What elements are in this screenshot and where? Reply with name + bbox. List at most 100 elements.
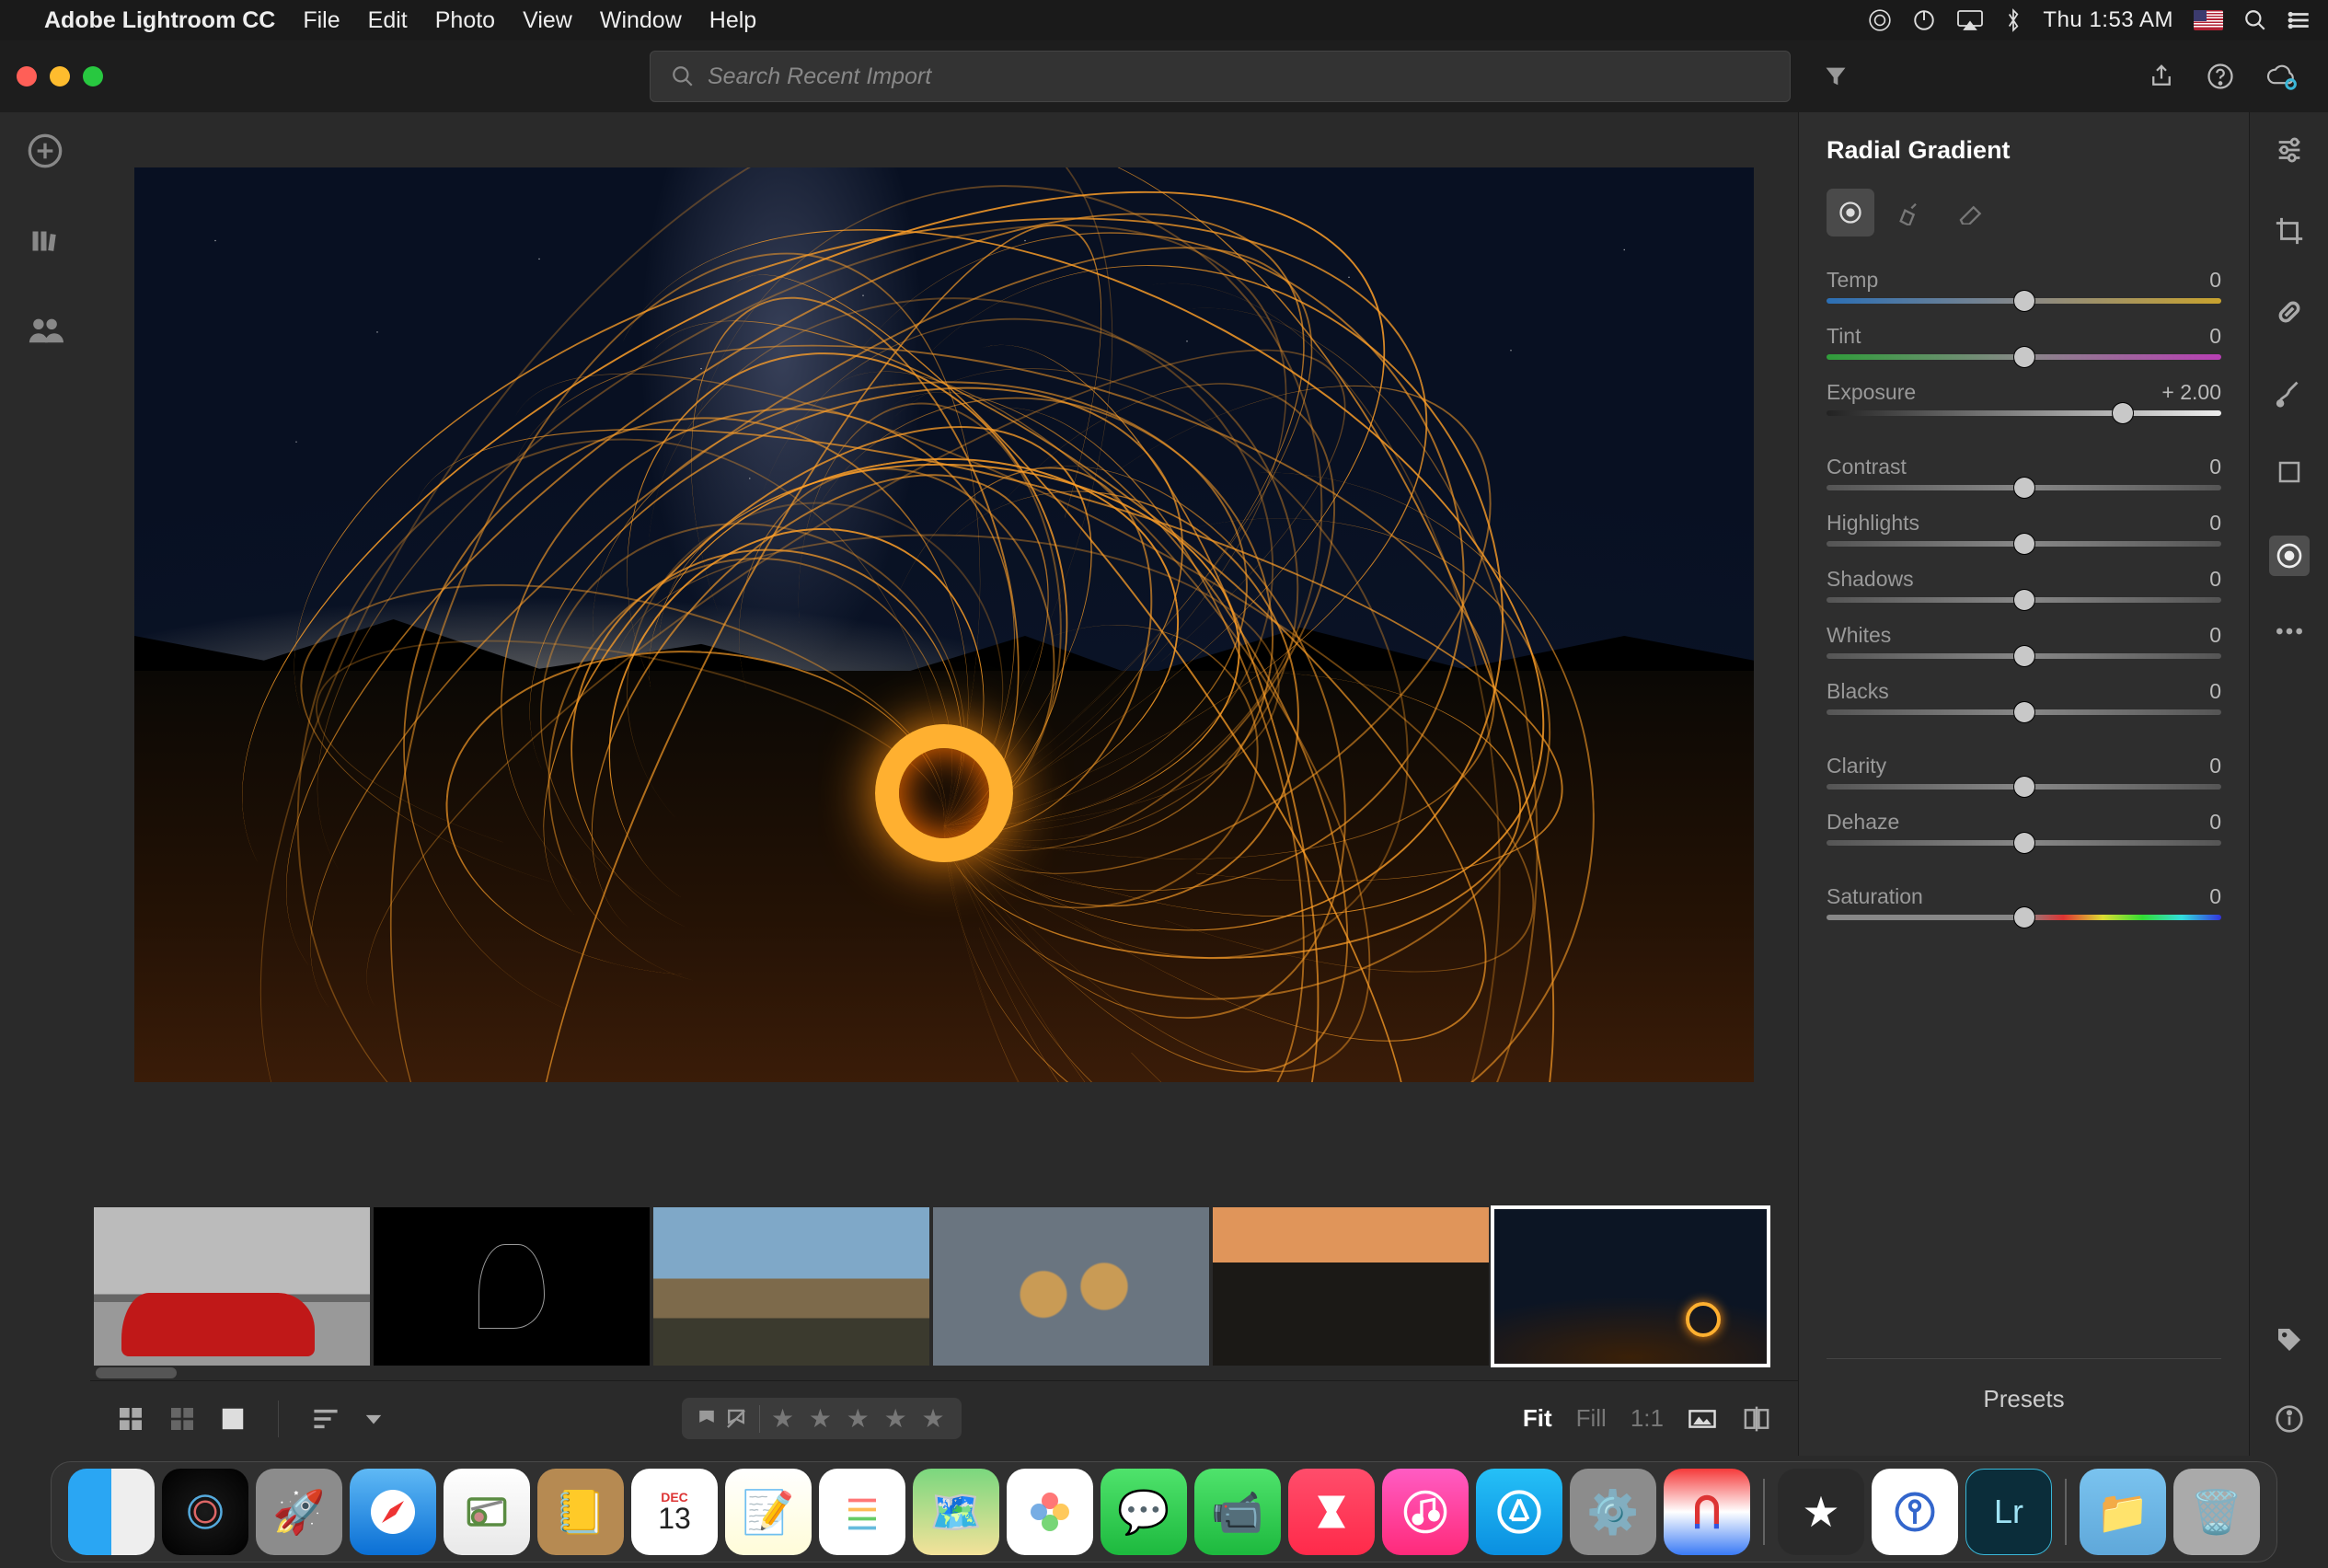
sort-dropdown-icon[interactable] <box>363 1409 384 1429</box>
dock-appstore-icon[interactable] <box>1476 1469 1562 1555</box>
my-photos-button[interactable] <box>29 225 62 258</box>
dock-trash-icon[interactable]: 🗑️ <box>2173 1469 2260 1555</box>
slider-contrast[interactable]: Contrast0 <box>1827 455 2221 490</box>
filter-button[interactable] <box>1822 63 1850 89</box>
more-tools-icon[interactable] <box>2275 626 2304 637</box>
dock-1password-icon[interactable] <box>1872 1469 1958 1555</box>
dock-siri-icon[interactable] <box>162 1469 248 1555</box>
slider-track[interactable] <box>1827 915 2221 920</box>
keywords-tool[interactable] <box>2275 1325 2304 1355</box>
slider-track[interactable] <box>1827 410 2221 416</box>
presets-header[interactable]: Presets <box>1827 1358 2221 1439</box>
close-window-button[interactable] <box>17 66 37 86</box>
info-tool[interactable] <box>2275 1404 2304 1434</box>
slider-exposure[interactable]: Exposure+ 2.00 <box>1827 380 2221 416</box>
dock-news-icon[interactable] <box>1288 1469 1375 1555</box>
menu-file[interactable]: File <box>303 7 340 34</box>
linear-gradient-tool[interactable] <box>2276 458 2303 486</box>
spotlight-icon[interactable] <box>2243 8 2267 32</box>
dock-itunes-icon[interactable] <box>1382 1469 1469 1555</box>
share-button[interactable] <box>2148 63 2194 90</box>
healing-tool[interactable] <box>2274 296 2305 328</box>
bluetooth-icon[interactable] <box>2004 8 2023 32</box>
dock-contacts-icon[interactable]: 📒 <box>537 1469 624 1555</box>
slider-shadows[interactable]: Shadows0 <box>1827 567 2221 603</box>
cc-status-icon[interactable] <box>1868 8 1892 32</box>
add-photos-button[interactable] <box>27 133 63 169</box>
slider-temp[interactable]: Temp0 <box>1827 268 2221 304</box>
dock-safari-icon[interactable] <box>350 1469 436 1555</box>
menu-photo[interactable]: Photo <box>435 7 495 34</box>
power-icon[interactable] <box>1912 8 1936 32</box>
dock-messages-icon[interactable]: 💬 <box>1101 1469 1187 1555</box>
slider-track[interactable] <box>1827 840 2221 846</box>
slider-highlights[interactable]: Highlights0 <box>1827 511 2221 547</box>
search-field[interactable]: Search Recent Import <box>650 51 1791 102</box>
menu-window[interactable]: Window <box>600 7 682 34</box>
slider-knob[interactable] <box>2014 702 2034 722</box>
sharing-button[interactable] <box>27 313 63 346</box>
slider-dehaze[interactable]: Dehaze0 <box>1827 810 2221 846</box>
slider-knob[interactable] <box>2014 646 2034 666</box>
dock-calendar-icon[interactable]: DEC13 <box>631 1469 718 1555</box>
dock-finder-icon[interactable] <box>68 1469 155 1555</box>
slider-track[interactable] <box>1827 709 2221 715</box>
zoom-fill-button[interactable]: Fill <box>1576 1404 1607 1433</box>
minimize-window-button[interactable] <box>50 66 70 86</box>
slider-knob[interactable] <box>2014 478 2034 498</box>
dock-photos-icon[interactable] <box>1007 1469 1093 1555</box>
detail-view-button[interactable] <box>219 1405 247 1433</box>
menubar-clock[interactable]: Thu 1:53 AM <box>2043 7 2173 33</box>
compare-view-button[interactable] <box>1741 1405 1772 1433</box>
dock-imovie-icon[interactable]: ★ <box>1778 1469 1864 1555</box>
edit-sliders-tool[interactable] <box>2274 134 2305 166</box>
dock-facetime-icon[interactable]: 📹 <box>1194 1469 1281 1555</box>
slider-track[interactable] <box>1827 541 2221 547</box>
zoom-window-button[interactable] <box>83 66 103 86</box>
input-source-flag-icon[interactable] <box>2194 10 2223 30</box>
dock-maps-icon[interactable]: 🗺️ <box>913 1469 999 1555</box>
dock-notes-icon[interactable]: 📝 <box>725 1469 812 1555</box>
slider-track[interactable] <box>1827 653 2221 659</box>
sort-button[interactable] <box>310 1406 341 1432</box>
slider-knob[interactable] <box>2014 833 2034 853</box>
flag-reject-button[interactable] <box>724 1407 748 1431</box>
slider-clarity[interactable]: Clarity0 <box>1827 754 2221 790</box>
slider-track[interactable] <box>1827 485 2221 490</box>
slider-knob[interactable] <box>2014 907 2034 928</box>
cloud-sync-button[interactable] <box>2265 63 2311 90</box>
thumbnail-steel-wool-spin[interactable] <box>1492 1207 1769 1366</box>
image-canvas[interactable] <box>90 112 1798 1204</box>
square-grid-button[interactable] <box>167 1404 197 1434</box>
slider-track[interactable] <box>1827 298 2221 304</box>
slider-knob[interactable] <box>2014 347 2034 367</box>
app-name[interactable]: Adobe Lightroom CC <box>44 7 275 34</box>
dock-reminders-icon[interactable] <box>819 1469 905 1555</box>
show-original-button[interactable] <box>1688 1407 1717 1431</box>
dock-magnet-icon[interactable] <box>1664 1469 1750 1555</box>
slider-track[interactable] <box>1827 784 2221 790</box>
brush-add-button[interactable] <box>1885 189 1933 236</box>
zoom-1to1-button[interactable]: 1:1 <box>1631 1404 1664 1433</box>
menu-view[interactable]: View <box>523 7 572 34</box>
dock-downloads-icon[interactable]: 📁 <box>2080 1469 2166 1555</box>
thumbnail-sunset-rocks[interactable] <box>1213 1207 1489 1366</box>
dock-launchpad-icon[interactable]: 🚀 <box>256 1469 342 1555</box>
slider-whites[interactable]: Whites0 <box>1827 623 2221 659</box>
crop-tool[interactable] <box>2274 215 2305 247</box>
grid-view-button[interactable] <box>116 1404 145 1434</box>
airplay-icon[interactable] <box>1956 9 1984 31</box>
slider-track[interactable] <box>1827 354 2221 360</box>
dock-lightroom-icon[interactable]: Lr <box>1965 1469 2052 1555</box>
thumbnail-red-sports-car[interactable] <box>94 1207 370 1366</box>
zoom-fit-button[interactable]: Fit <box>1523 1404 1552 1433</box>
menu-edit[interactable]: Edit <box>368 7 408 34</box>
dock-mail-icon[interactable] <box>444 1469 530 1555</box>
slider-knob[interactable] <box>2113 403 2133 423</box>
slider-blacks[interactable]: Blacks0 <box>1827 679 2221 715</box>
help-button[interactable] <box>2207 63 2253 90</box>
brush-erase-button[interactable] <box>1944 189 1992 236</box>
slider-knob[interactable] <box>2014 534 2034 554</box>
slider-knob[interactable] <box>2014 291 2034 311</box>
star-rating[interactable]: ★ ★ ★ ★ ★ <box>771 1403 949 1434</box>
